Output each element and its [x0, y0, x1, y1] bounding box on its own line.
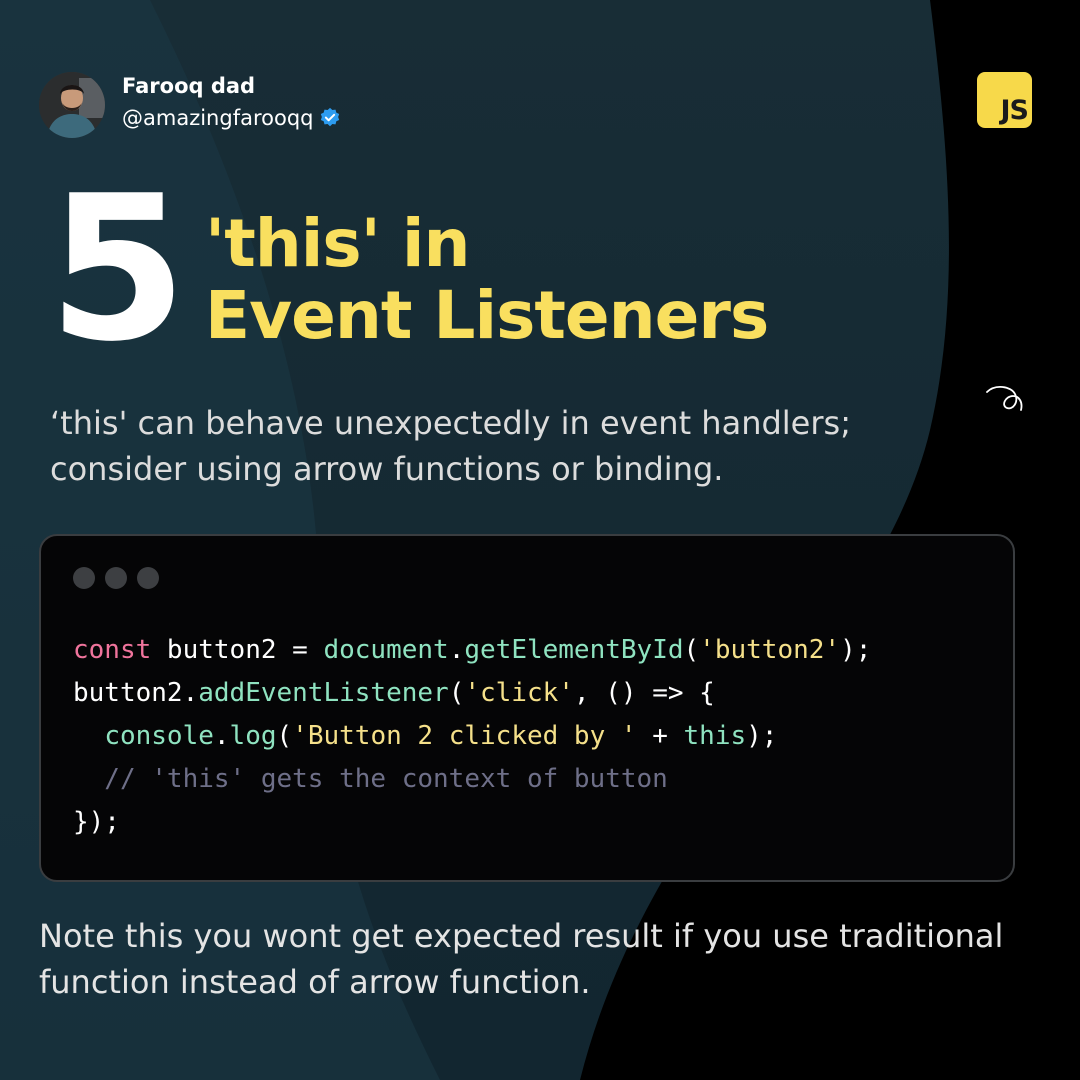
window-dot-minimize	[105, 567, 127, 589]
code-token: );	[840, 635, 872, 665]
note-line-1: Note this you wont get expected result i…	[39, 917, 1004, 955]
code-token: 'Button 2 clicked by '	[292, 721, 637, 751]
code-token: addEventListener	[198, 678, 449, 708]
tip-description-line-1: ‘this' can behave unexpectedly in event …	[50, 404, 851, 442]
code-line: });	[73, 801, 871, 844]
code-token: });	[73, 807, 120, 837]
code-line: const button2 = document.getElementById(…	[73, 629, 871, 672]
code-token: document	[323, 635, 449, 665]
code-token: (	[448, 678, 465, 708]
code-token: .	[213, 721, 230, 751]
code-token: const	[73, 635, 152, 665]
code-line: button2.addEventListener('click', () => …	[73, 672, 871, 715]
author-handle-row: @amazingfarooqq	[122, 106, 341, 130]
window-dot-close	[73, 567, 95, 589]
code-token: 'button2'	[699, 635, 841, 665]
js-logo-badge: JS	[977, 72, 1032, 128]
code-window: const button2 = document.getElementById(…	[39, 534, 1015, 882]
code-token: (	[276, 721, 293, 751]
avatar-image	[39, 72, 105, 138]
code-token: console	[104, 721, 214, 751]
window-control-dots	[73, 567, 159, 589]
tip-description-line-2: consider using arrow functions or bindin…	[50, 450, 724, 488]
code-line: // 'this' gets the context of button	[73, 758, 871, 801]
code-token: getElementById	[464, 635, 684, 665]
tip-number: 5	[48, 153, 187, 386]
code-block: const button2 = document.getElementById(…	[73, 629, 871, 844]
swirl-doodle-icon	[986, 386, 1023, 411]
code-token: button2.	[73, 678, 199, 708]
code-token: 'click'	[464, 678, 574, 708]
note-text: Note this you wont get expected result i…	[39, 913, 1049, 1005]
verified-badge-icon	[321, 107, 340, 127]
code-line: console.log('Button 2 clicked by ' + thi…	[73, 715, 871, 758]
code-token: this	[683, 721, 747, 751]
code-token: log	[229, 721, 277, 751]
author-avatar[interactable]	[39, 72, 105, 138]
code-token: , () => {	[573, 678, 715, 708]
note-line-2: function instead of arrow function.	[39, 963, 591, 1001]
code-token: // 'this' gets the context of button	[73, 764, 668, 794]
tip-title-line-1: 'this' in	[205, 205, 470, 282]
code-token: button2 =	[151, 635, 324, 665]
tip-title-line-2: Event Listeners	[205, 277, 769, 354]
code-token: .	[448, 635, 465, 665]
code-token: +	[636, 721, 684, 751]
code-token: );	[746, 721, 778, 751]
tip-title: 'this' in Event Listeners	[205, 205, 769, 354]
window-dot-maximize	[137, 567, 159, 589]
tip-description: ‘this' can behave unexpectedly in event …	[50, 400, 990, 492]
author-name[interactable]: Farooq dad	[122, 74, 255, 98]
js-logo-label: JS	[1000, 95, 1029, 126]
author-handle[interactable]: @amazingfarooqq	[122, 106, 313, 130]
code-token: (	[683, 635, 700, 665]
